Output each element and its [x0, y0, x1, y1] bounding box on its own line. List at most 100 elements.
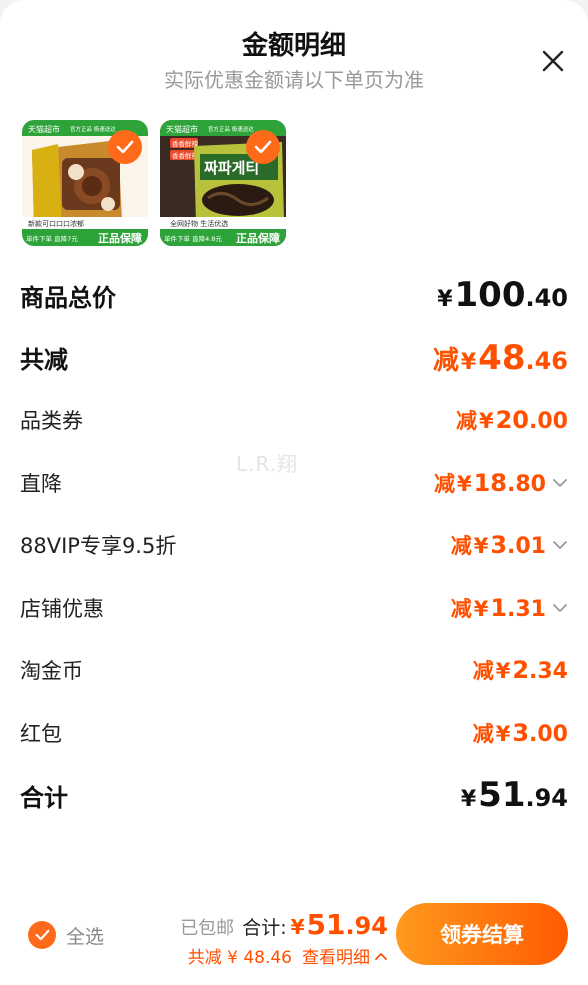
- amount-decimal: .80: [507, 471, 546, 497]
- total-amount: ¥ 51 .94: [291, 908, 388, 941]
- row-88vip[interactable]: 88VIP专享9.5折 减 ¥ 3 .01: [0, 514, 588, 577]
- row-amount: 减 ¥ 48 .46: [433, 338, 568, 378]
- product-thumb-chocolate[interactable]: 天猫超市 官方正品 极速送达 新款可口口口浓郁 单件下单 直降7元 正品保障: [22, 120, 148, 246]
- amount-decimal: .46: [525, 346, 568, 375]
- amount-decimal: .31: [507, 596, 546, 622]
- row-gold-coin: 淘金币 减 ¥ 2 .34: [0, 639, 588, 702]
- page-subtitle: 实际优惠金额请以下单页为准: [164, 68, 424, 92]
- product-thumbnails: 天猫超市 官方正品 极速送达 新款可口口口浓郁 单件下单 直降7元 正品保障 天…: [22, 120, 286, 246]
- amount-integer: 51: [306, 908, 346, 941]
- row-store-discount[interactable]: 店铺优惠 减 ¥ 1 .31: [0, 577, 588, 640]
- row-label: 淘金币: [20, 659, 83, 684]
- row-label: 商品总价: [20, 283, 116, 312]
- row-amount: 减 ¥ 3 .01: [451, 530, 568, 560]
- row-label: 88VIP专享9.5折: [20, 534, 177, 559]
- amount-integer: 20: [495, 406, 530, 435]
- saved-amount: 共减 ¥ 48.46: [187, 948, 292, 968]
- amount-decimal: .01: [507, 534, 546, 560]
- amount-integer: 48: [478, 337, 526, 378]
- chevron-down-icon[interactable]: [552, 603, 568, 613]
- checkmark-icon: [35, 929, 49, 941]
- product-price-note: 单件下单 直降4.8元: [164, 234, 222, 243]
- discount-prefix: 减: [450, 534, 472, 559]
- amount-integer: 1: [490, 593, 508, 622]
- total-label: 合计:: [242, 917, 287, 939]
- row-amount: 减 ¥ 3 .00: [473, 718, 568, 748]
- row-amount: ¥ 100 .40: [437, 275, 568, 315]
- currency-symbol: ¥: [456, 471, 472, 496]
- row-label: 店铺优惠: [20, 596, 104, 621]
- shipping-status: 已包邮: [180, 918, 235, 939]
- row-red-packet: 红包 减 ¥ 3 .00: [0, 702, 588, 765]
- view-details-link[interactable]: 查看明细: [302, 943, 388, 968]
- amount-integer: 3: [490, 531, 508, 560]
- price-breakdown-list: 商品总价 ¥ 100 .40 共减 减 ¥ 48 .46 品类券 减 ¥ 20 …: [0, 264, 588, 827]
- amount-decimal: .00: [529, 409, 568, 435]
- row-category-coupon: 品类券 减 ¥ 20 .00: [0, 389, 588, 452]
- amount-integer: 100: [454, 275, 526, 316]
- row-amount: 减 ¥ 20 .00: [456, 405, 568, 435]
- product-bottom-line: 新款可口口口浓郁: [28, 219, 84, 228]
- product-guarantee: 正品保障: [236, 231, 280, 245]
- product-banner: 天猫超市: [28, 124, 60, 134]
- close-icon: [542, 50, 564, 72]
- checkmark-icon: [116, 140, 134, 154]
- currency-symbol: ¥: [473, 596, 489, 621]
- row-goods-total: 商品总价 ¥ 100 .40: [0, 264, 588, 327]
- amount-decimal: .94: [525, 784, 568, 813]
- row-label: 红包: [20, 721, 62, 746]
- select-all-label: 全选: [66, 925, 105, 948]
- view-details-label: 查看明细: [302, 948, 370, 968]
- product-banner-note: 官方正品 极速送达: [208, 125, 254, 133]
- product-price-note: 单件下单 直降7元: [26, 234, 78, 243]
- close-button[interactable]: [538, 46, 568, 76]
- product-banner-note: 官方正品 极速送达: [70, 125, 116, 133]
- currency-symbol: ¥: [495, 721, 511, 746]
- amount-integer: 51: [478, 775, 526, 816]
- currency-symbol: ¥: [478, 409, 494, 434]
- selected-check-badge[interactable]: [108, 130, 142, 164]
- row-total-discount: 共减 减 ¥ 48 .46: [0, 327, 588, 390]
- product-banner: 天猫超市: [166, 124, 198, 134]
- row-label: 合计: [20, 783, 68, 812]
- checkmark-icon: [254, 140, 272, 154]
- currency-symbol: ¥: [460, 787, 477, 813]
- sheet-header: 金额明细 实际优惠金额请以下单页为准: [0, 26, 588, 94]
- discount-prefix: 减: [472, 721, 494, 746]
- checkout-bar: 全选 已包邮 合计: ¥ 51 .94 共减 ¥ 48.46 查看明细 领券结算: [0, 890, 588, 985]
- product-guarantee: 正品保障: [98, 231, 142, 245]
- summary-total-line: 已包邮 合计: ¥ 51 .94: [180, 908, 388, 941]
- select-all-toggle[interactable]: 全选: [28, 921, 104, 949]
- discount-prefix: 减: [432, 345, 459, 376]
- product-thumb-noodles[interactable]: 天猫超市 官方正品 极速送达 香香鲜辣 香香鲜辣 짜파게티 全网好物 生活优选 …: [160, 120, 286, 246]
- chevron-down-icon[interactable]: [552, 540, 568, 550]
- amount-decimal: .94: [345, 912, 388, 940]
- amount-decimal: .00: [529, 721, 568, 747]
- select-all-check[interactable]: [28, 921, 56, 949]
- row-label: 品类券: [20, 409, 83, 434]
- row-sum: 合计 ¥ 51 .94: [0, 764, 588, 827]
- row-amount: 减 ¥ 1 .31: [451, 593, 568, 623]
- chevron-down-icon[interactable]: [552, 478, 568, 488]
- currency-symbol: ¥: [495, 659, 511, 684]
- discount-prefix: 减: [433, 471, 455, 496]
- discount-prefix: 减: [455, 409, 477, 434]
- row-label: 共减: [20, 346, 68, 375]
- amount-decimal: .34: [529, 659, 568, 685]
- row-label: 直降: [20, 471, 62, 496]
- chevron-up-icon: [375, 952, 387, 960]
- amount-integer: 18: [473, 468, 508, 497]
- page-title: 金额明细: [241, 31, 346, 61]
- watermark: L.R.翔: [236, 452, 299, 476]
- amount-integer: 2: [512, 656, 530, 685]
- checkout-button[interactable]: 领券结算: [396, 903, 568, 965]
- product-bottom-line: 全网好物 生活优选: [170, 219, 228, 228]
- currency-symbol: ¥: [290, 915, 305, 939]
- selected-check-badge[interactable]: [246, 130, 280, 164]
- discount-prefix: 减: [472, 659, 494, 684]
- discount-prefix: 减: [450, 596, 472, 621]
- currency-symbol: ¥: [437, 287, 453, 313]
- currency-symbol: ¥: [473, 534, 489, 559]
- amount-decimal: .40: [525, 284, 568, 313]
- product-brand-text: 짜파게티: [204, 159, 259, 177]
